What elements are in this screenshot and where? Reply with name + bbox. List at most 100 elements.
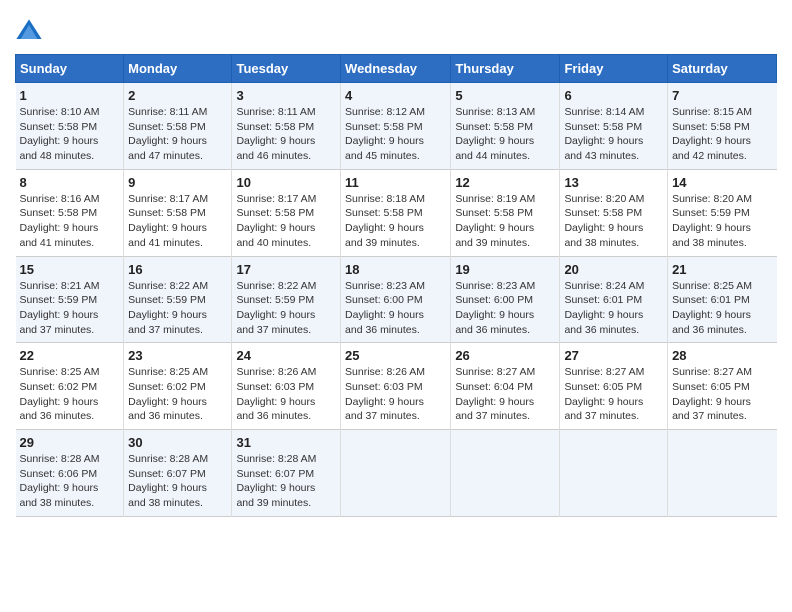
week-row-5: 29 Sunrise: 8:28 AM Sunset: 6:06 PM Dayli… bbox=[16, 430, 777, 517]
day-cell: 24Sunrise: 8:26 AM Sunset: 6:03 PM Dayli… bbox=[232, 343, 341, 430]
day-number: 19 bbox=[455, 262, 555, 277]
day-cell: 14 Sunrise: 8:20 AM Sunset: 5:59 PM Dayli… bbox=[668, 169, 777, 256]
day-number: 10 bbox=[236, 175, 336, 190]
day-cell: 28 Sunrise: 8:27 AM Sunset: 6:05 PM Dayli… bbox=[668, 343, 777, 430]
day-number: 17 bbox=[236, 262, 336, 277]
day-info: Sunrise: 8:28 AM Sunset: 6:07 PM Dayligh… bbox=[236, 452, 336, 511]
day-info: Sunrise: 8:27 AM Sunset: 6:05 PM Dayligh… bbox=[672, 365, 772, 424]
day-cell: 9 Sunrise: 8:17 AM Sunset: 5:58 PM Daylig… bbox=[124, 169, 232, 256]
day-number: 4 bbox=[345, 88, 446, 103]
day-info: Sunrise: 8:11 AM Sunset: 5:58 PM Dayligh… bbox=[236, 105, 336, 164]
day-number: 22 bbox=[20, 348, 120, 363]
day-cell: 11 Sunrise: 8:18 AM Sunset: 5:58 PM Dayli… bbox=[341, 169, 451, 256]
day-number: 26 bbox=[455, 348, 555, 363]
day-info: Sunrise: 8:23 AM Sunset: 6:00 PM Dayligh… bbox=[455, 279, 555, 338]
day-cell: 19 Sunrise: 8:23 AM Sunset: 6:00 PM Dayli… bbox=[451, 256, 560, 343]
day-cell: 10 Sunrise: 8:17 AM Sunset: 5:58 PM Dayli… bbox=[232, 169, 341, 256]
day-cell bbox=[560, 430, 668, 517]
day-number: 11 bbox=[345, 175, 446, 190]
day-cell bbox=[451, 430, 560, 517]
col-header-friday: Friday bbox=[560, 55, 668, 83]
day-cell: 17Sunrise: 8:22 AM Sunset: 5:59 PM Dayli… bbox=[232, 256, 341, 343]
day-cell: 5Sunrise: 8:13 AM Sunset: 5:58 PM Daylig… bbox=[451, 83, 560, 170]
day-number: 9 bbox=[128, 175, 227, 190]
day-number: 13 bbox=[564, 175, 663, 190]
day-number: 16 bbox=[128, 262, 227, 277]
day-cell: 12 Sunrise: 8:19 AM Sunset: 5:58 PM Dayli… bbox=[451, 169, 560, 256]
day-cell bbox=[668, 430, 777, 517]
day-info: Sunrise: 8:17 AM Sunset: 5:58 PM Dayligh… bbox=[236, 192, 336, 251]
day-info: Sunrise: 8:17 AM Sunset: 5:58 PM Dayligh… bbox=[128, 192, 227, 251]
header bbox=[15, 10, 777, 46]
day-info: Sunrise: 8:15 AM Sunset: 5:58 PM Dayligh… bbox=[672, 105, 772, 164]
day-info: Sunrise: 8:25 AM Sunset: 6:02 PM Dayligh… bbox=[20, 365, 120, 424]
week-row-1: 1Sunrise: 8:10 AM Sunset: 5:58 PM Daylig… bbox=[16, 83, 777, 170]
day-cell: 1Sunrise: 8:10 AM Sunset: 5:58 PM Daylig… bbox=[16, 83, 124, 170]
day-cell: 26 Sunrise: 8:27 AM Sunset: 6:04 PM Dayli… bbox=[451, 343, 560, 430]
day-info: Sunrise: 8:20 AM Sunset: 5:58 PM Dayligh… bbox=[564, 192, 663, 251]
day-number: 8 bbox=[20, 175, 120, 190]
col-header-saturday: Saturday bbox=[668, 55, 777, 83]
day-cell: 27 Sunrise: 8:27 AM Sunset: 6:05 PM Dayli… bbox=[560, 343, 668, 430]
day-cell: 31 Sunrise: 8:28 AM Sunset: 6:07 PM Dayli… bbox=[232, 430, 341, 517]
day-info: Sunrise: 8:11 AM Sunset: 5:58 PM Dayligh… bbox=[128, 105, 227, 164]
day-cell: 18 Sunrise: 8:23 AM Sunset: 6:00 PM Dayli… bbox=[341, 256, 451, 343]
day-number: 31 bbox=[236, 435, 336, 450]
day-info: Sunrise: 8:28 AM Sunset: 6:06 PM Dayligh… bbox=[20, 452, 120, 511]
day-number: 27 bbox=[564, 348, 663, 363]
day-info: Sunrise: 8:26 AM Sunset: 6:03 PM Dayligh… bbox=[236, 365, 336, 424]
calendar-header: SundayMondayTuesdayWednesdayThursdayFrid… bbox=[16, 55, 777, 83]
logo bbox=[15, 18, 47, 46]
day-number: 2 bbox=[128, 88, 227, 103]
day-info: Sunrise: 8:20 AM Sunset: 5:59 PM Dayligh… bbox=[672, 192, 772, 251]
week-row-2: 8 Sunrise: 8:16 AM Sunset: 5:58 PM Daylig… bbox=[16, 169, 777, 256]
day-info: Sunrise: 8:28 AM Sunset: 6:07 PM Dayligh… bbox=[128, 452, 227, 511]
day-info: Sunrise: 8:27 AM Sunset: 6:04 PM Dayligh… bbox=[455, 365, 555, 424]
day-info: Sunrise: 8:14 AM Sunset: 5:58 PM Dayligh… bbox=[564, 105, 663, 164]
day-info: Sunrise: 8:26 AM Sunset: 6:03 PM Dayligh… bbox=[345, 365, 446, 424]
day-info: Sunrise: 8:19 AM Sunset: 5:58 PM Dayligh… bbox=[455, 192, 555, 251]
day-cell: 6 Sunrise: 8:14 AM Sunset: 5:58 PM Daylig… bbox=[560, 83, 668, 170]
col-header-tuesday: Tuesday bbox=[232, 55, 341, 83]
day-cell: 4Sunrise: 8:12 AM Sunset: 5:58 PM Daylig… bbox=[341, 83, 451, 170]
day-cell: 13 Sunrise: 8:20 AM Sunset: 5:58 PM Dayli… bbox=[560, 169, 668, 256]
day-cell bbox=[341, 430, 451, 517]
day-cell: 23 Sunrise: 8:25 AM Sunset: 6:02 PM Dayli… bbox=[124, 343, 232, 430]
day-number: 15 bbox=[20, 262, 120, 277]
day-info: Sunrise: 8:24 AM Sunset: 6:01 PM Dayligh… bbox=[564, 279, 663, 338]
day-info: Sunrise: 8:23 AM Sunset: 6:00 PM Dayligh… bbox=[345, 279, 446, 338]
week-row-4: 22 Sunrise: 8:25 AM Sunset: 6:02 PM Dayli… bbox=[16, 343, 777, 430]
day-info: Sunrise: 8:16 AM Sunset: 5:58 PM Dayligh… bbox=[20, 192, 120, 251]
col-header-thursday: Thursday bbox=[451, 55, 560, 83]
day-number: 29 bbox=[20, 435, 120, 450]
day-number: 3 bbox=[236, 88, 336, 103]
day-number: 12 bbox=[455, 175, 555, 190]
day-number: 1 bbox=[20, 88, 120, 103]
day-info: Sunrise: 8:18 AM Sunset: 5:58 PM Dayligh… bbox=[345, 192, 446, 251]
day-number: 28 bbox=[672, 348, 772, 363]
day-cell: 22 Sunrise: 8:25 AM Sunset: 6:02 PM Dayli… bbox=[16, 343, 124, 430]
calendar-body: 1Sunrise: 8:10 AM Sunset: 5:58 PM Daylig… bbox=[16, 83, 777, 517]
day-info: Sunrise: 8:25 AM Sunset: 6:02 PM Dayligh… bbox=[128, 365, 227, 424]
day-number: 14 bbox=[672, 175, 772, 190]
day-cell: 29 Sunrise: 8:28 AM Sunset: 6:06 PM Dayli… bbox=[16, 430, 124, 517]
day-number: 23 bbox=[128, 348, 227, 363]
day-cell: 8 Sunrise: 8:16 AM Sunset: 5:58 PM Daylig… bbox=[16, 169, 124, 256]
day-number: 18 bbox=[345, 262, 446, 277]
day-info: Sunrise: 8:22 AM Sunset: 5:59 PM Dayligh… bbox=[128, 279, 227, 338]
day-info: Sunrise: 8:25 AM Sunset: 6:01 PM Dayligh… bbox=[672, 279, 772, 338]
day-number: 5 bbox=[455, 88, 555, 103]
day-number: 6 bbox=[564, 88, 663, 103]
day-cell: 30 Sunrise: 8:28 AM Sunset: 6:07 PM Dayli… bbox=[124, 430, 232, 517]
col-header-monday: Monday bbox=[124, 55, 232, 83]
day-cell: 16 Sunrise: 8:22 AM Sunset: 5:59 PM Dayli… bbox=[124, 256, 232, 343]
day-info: Sunrise: 8:27 AM Sunset: 6:05 PM Dayligh… bbox=[564, 365, 663, 424]
day-cell: 7Sunrise: 8:15 AM Sunset: 5:58 PM Daylig… bbox=[668, 83, 777, 170]
col-header-sunday: Sunday bbox=[16, 55, 124, 83]
header-row: SundayMondayTuesdayWednesdayThursdayFrid… bbox=[16, 55, 777, 83]
day-cell: 15 Sunrise: 8:21 AM Sunset: 5:59 PM Dayli… bbox=[16, 256, 124, 343]
day-number: 25 bbox=[345, 348, 446, 363]
day-info: Sunrise: 8:21 AM Sunset: 5:59 PM Dayligh… bbox=[20, 279, 120, 338]
week-row-3: 15 Sunrise: 8:21 AM Sunset: 5:59 PM Dayli… bbox=[16, 256, 777, 343]
day-number: 30 bbox=[128, 435, 227, 450]
